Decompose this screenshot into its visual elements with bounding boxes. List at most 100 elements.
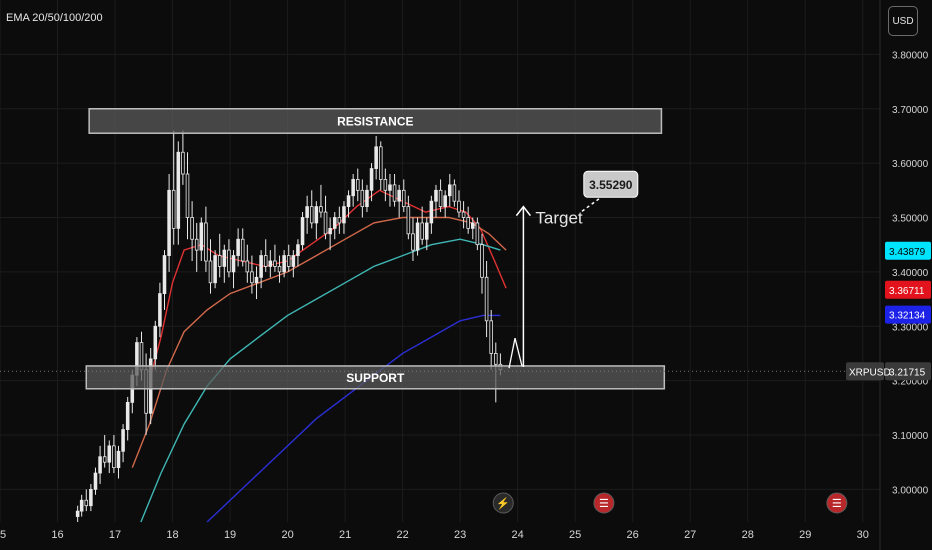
economic-event-icon[interactable]: ☰: [593, 492, 615, 514]
y-tick-label: 3.50000: [892, 214, 929, 225]
candle-body: [351, 179, 355, 197]
x-tick-label: 28: [742, 529, 754, 541]
economic-event-icon-glyph: ☰: [832, 498, 842, 510]
currency-button[interactable]: USD: [888, 6, 918, 36]
candle-body: [424, 222, 429, 240]
candle-body: [291, 255, 296, 267]
price-label-text: 3.21715: [889, 367, 926, 378]
candle-body: [125, 401, 130, 430]
candle-body: [309, 206, 314, 224]
x-tick-label: 20: [281, 529, 293, 541]
price-label: 3.32134: [885, 305, 931, 324]
candle-body: [268, 260, 273, 267]
dividend-event-icon[interactable]: ⚡: [492, 492, 514, 514]
x-tick-label: 30: [857, 529, 869, 541]
candle-body: [263, 255, 268, 267]
candle-body: [383, 179, 388, 191]
candle: [415, 217, 420, 256]
candle-body: [337, 217, 342, 224]
candle-body: [342, 206, 346, 224]
x-tick-label: 17: [109, 529, 121, 541]
candle-body: [208, 260, 213, 284]
candle-body: [194, 238, 199, 251]
y-tick-label: 3.60000: [892, 159, 929, 170]
candle-body: [296, 244, 300, 256]
indicator-title[interactable]: EMA 20/50/100/200: [6, 12, 103, 24]
candle-body: [153, 325, 158, 360]
candle-body: [332, 217, 337, 229]
candle-body: [162, 255, 167, 295]
y-tick-label: 3.30000: [892, 322, 929, 333]
candle-body: [213, 255, 217, 284]
economic-event-icon[interactable]: ☰: [826, 492, 848, 514]
y-tick-label: 3.40000: [892, 268, 929, 279]
candle-body: [75, 510, 80, 517]
x-tick-label: 16: [51, 529, 63, 541]
candle-body: [378, 146, 383, 180]
x-tick-label: 18: [166, 529, 178, 541]
candle-body: [461, 211, 466, 218]
price-label-text: 3.43879: [889, 247, 926, 258]
candle-body: [406, 206, 411, 235]
candle-body: [457, 200, 461, 213]
candle-body: [102, 456, 107, 463]
price-label-text: 3.36711: [889, 286, 925, 297]
dividend-event-icon-glyph: ⚡: [496, 497, 510, 510]
candle-body: [438, 189, 443, 208]
candle-body: [397, 189, 401, 202]
candle-body: [190, 217, 194, 240]
candle-body: [254, 276, 259, 284]
x-tick-label: 24: [512, 529, 524, 541]
candle-body: [369, 168, 374, 191]
candle-body: [98, 456, 102, 474]
candle-body: [346, 195, 351, 208]
candle-body: [158, 293, 162, 327]
y-tick-label: 3.10000: [892, 431, 929, 442]
x-tick-label: 19: [224, 529, 236, 541]
candle-body: [415, 222, 420, 251]
candle-body: [107, 445, 112, 463]
candle-body: [494, 353, 498, 365]
candle-body: [401, 189, 406, 208]
candle-body: [429, 200, 434, 224]
candle-body: [392, 184, 397, 202]
candle-body: [199, 222, 204, 251]
candle-body: [250, 271, 254, 284]
price-chart[interactable]: 3.000003.100003.200003.300003.400003.500…: [0, 0, 932, 550]
candle-body: [89, 488, 93, 507]
candle-body: [411, 233, 415, 251]
candle-body: [323, 211, 328, 235]
economic-event-icon-glyph: ☰: [599, 498, 609, 510]
candle-body: [227, 249, 231, 273]
x-tick-label: 29: [799, 529, 811, 541]
candle-body: [420, 222, 424, 240]
candle-body: [93, 472, 98, 490]
symbol-label-text: XRPUSD: [849, 367, 891, 378]
candle-body: [222, 249, 227, 267]
chart-background: [0, 0, 932, 550]
candle-body: [475, 222, 480, 246]
candle-body: [236, 238, 240, 256]
candle-body: [286, 255, 291, 267]
price-label: 3.36711: [885, 280, 931, 299]
candle-body: [79, 499, 84, 512]
target-price-text: 3.55290: [589, 178, 633, 192]
candle-body: [181, 151, 185, 175]
candle-body: [176, 151, 181, 229]
candle-body: [374, 146, 378, 169]
candle-body: [484, 276, 489, 322]
candle-body: [273, 260, 277, 267]
y-tick-label: 3.00000: [892, 485, 929, 496]
candle-body: [240, 238, 245, 262]
candle: [213, 250, 217, 289]
candle-body: [305, 206, 309, 218]
candle: [300, 212, 305, 251]
candle-body: [328, 227, 332, 235]
candle-body: [300, 217, 305, 246]
price-label: 3.21715XRPUSD: [846, 362, 931, 381]
candle-body: [434, 189, 438, 202]
candle-body: [314, 206, 319, 224]
candle-body: [217, 255, 222, 267]
price-label: 3.43879: [885, 241, 931, 260]
candle-body: [388, 184, 392, 191]
